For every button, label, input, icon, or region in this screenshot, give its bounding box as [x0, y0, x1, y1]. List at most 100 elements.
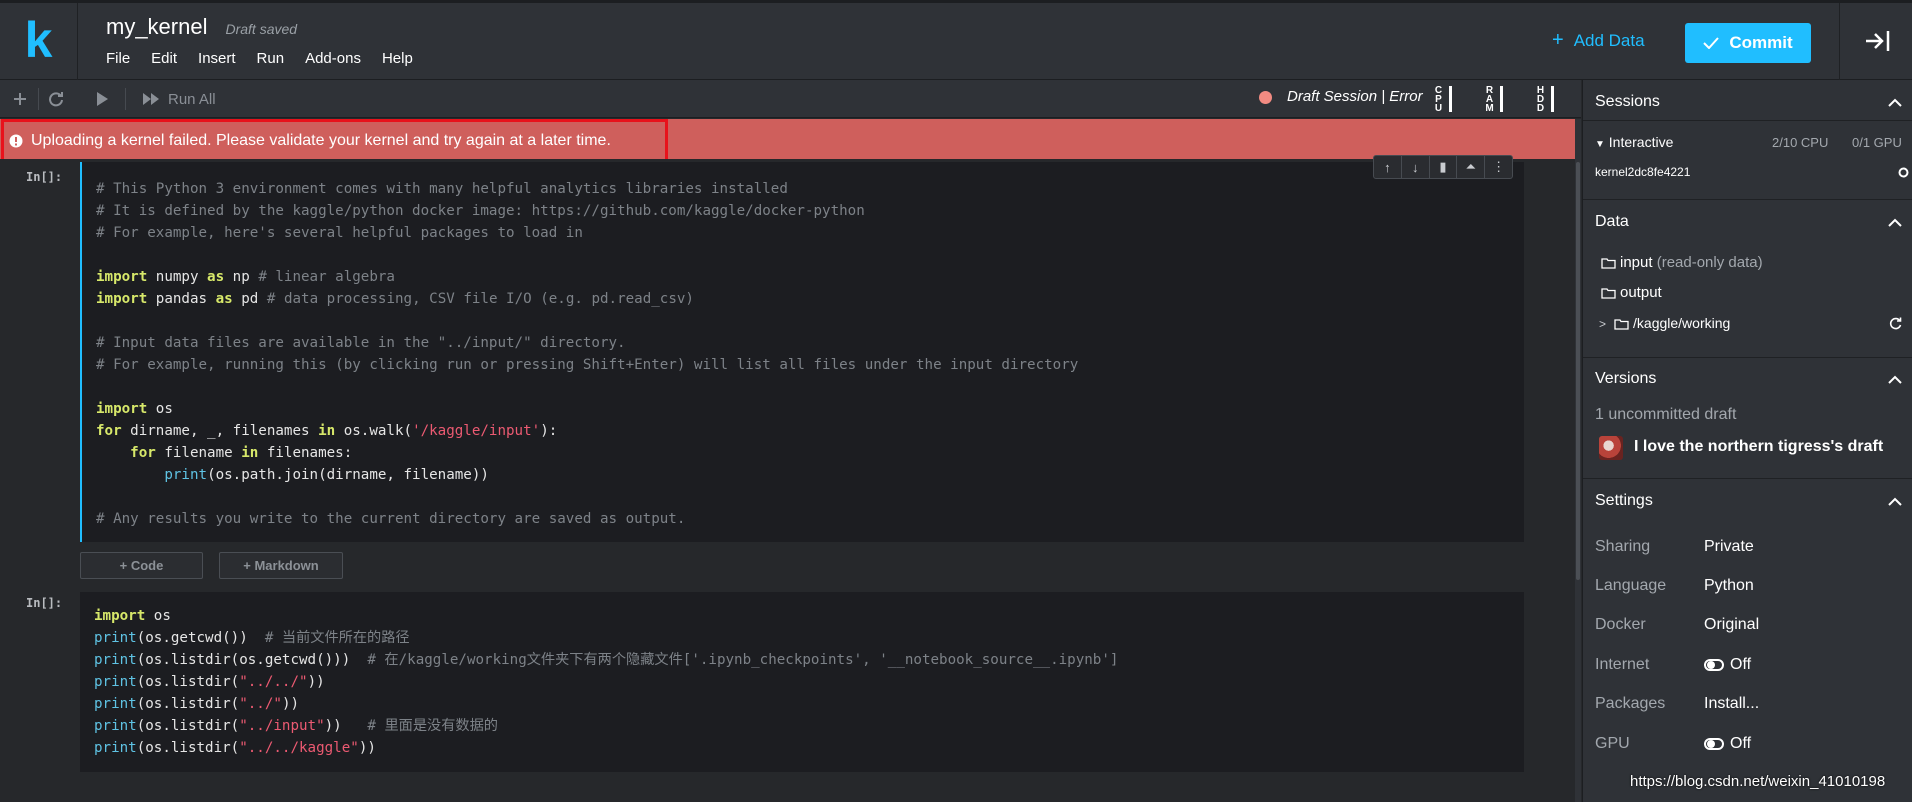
restart-button[interactable]	[48, 89, 64, 109]
add-code-cell-button[interactable]: + Code	[80, 552, 203, 579]
draft-version[interactable]: I love the northern tigress's draft	[1634, 438, 1883, 456]
menu-insert[interactable]: Insert	[198, 50, 236, 67]
fast-forward-icon	[143, 93, 159, 105]
delete-icon[interactable]: ▮	[1430, 156, 1458, 178]
run-all-button[interactable]: Run All	[142, 89, 216, 109]
menu-edit[interactable]: Edit	[151, 50, 177, 67]
gpu-toggle[interactable]: Off	[1704, 735, 1751, 753]
folder-icon	[1614, 319, 1629, 330]
docker-setting[interactable]: Original	[1704, 616, 1759, 634]
docker-label: Docker	[1595, 616, 1646, 633]
collapse-sidebar-icon[interactable]	[1864, 27, 1892, 55]
section-divider	[1583, 357, 1912, 358]
cpu-meter: CPU	[1434, 81, 1452, 117]
toggle-off-icon	[1704, 738, 1724, 750]
chevron-up-icon[interactable]	[1888, 218, 1902, 228]
kaggle-logo[interactable]: k	[0, 3, 78, 80]
menu-add-ons[interactable]: Add-ons	[305, 50, 361, 67]
watermark: https://blog.csdn.net/weixin_41010198	[1630, 773, 1886, 790]
commit-button[interactable]: Commit	[1685, 23, 1811, 63]
sharing-label: Sharing	[1595, 538, 1651, 555]
code-line: # For example, here's several helpful pa…	[96, 225, 583, 241]
save-status: Draft saved	[225, 21, 298, 37]
gpu-label: GPU	[1595, 735, 1630, 752]
code-line: # Input data files are available in the …	[96, 335, 626, 351]
ram-label: RAM	[1485, 84, 1494, 114]
install-packages-button[interactable]: Install...	[1704, 695, 1759, 713]
folder-icon	[1601, 258, 1616, 269]
sharing-setting[interactable]: Private	[1704, 538, 1754, 556]
toolbar-divider	[38, 88, 39, 110]
menu-file[interactable]: File	[106, 50, 130, 67]
chevron-up-icon[interactable]	[1888, 375, 1902, 385]
settings-heading[interactable]: Settings	[1595, 492, 1653, 510]
ram-meter: RAM	[1485, 81, 1503, 117]
code-line: # Any results you write to the current d…	[96, 511, 686, 527]
menu-bar: File Edit Insert Run Add-ons Help	[106, 50, 434, 67]
chevron-up-icon[interactable]	[1888, 497, 1902, 507]
cell-prompt: In[]:	[26, 170, 63, 184]
folder-icon	[1601, 288, 1616, 299]
user-avatar	[1599, 436, 1623, 460]
section-divider	[1583, 199, 1912, 200]
section-divider	[1583, 478, 1912, 479]
session-cpu: 2/10 CPU	[1772, 135, 1829, 150]
data-heading[interactable]: Data	[1595, 213, 1629, 231]
menu-run[interactable]: Run	[257, 50, 285, 67]
plus-icon: +	[1552, 29, 1564, 51]
notebook-scrollbar-thumb[interactable]	[1576, 162, 1580, 580]
internet-toggle[interactable]: Off	[1704, 656, 1751, 674]
section-divider	[1583, 120, 1912, 121]
cell-prompt: In[]:	[26, 596, 63, 610]
hdd-label: HDD	[1536, 84, 1545, 114]
move-up-icon[interactable]: ↑	[1374, 156, 1402, 178]
chevron-up-icon[interactable]	[1888, 98, 1902, 108]
add-markdown-cell-button[interactable]: + Markdown	[219, 552, 343, 579]
versions-heading[interactable]: Versions	[1595, 370, 1656, 388]
cpu-bar	[1449, 86, 1452, 112]
session-type[interactable]: ▼ Interactive	[1595, 134, 1673, 150]
kernel-title[interactable]: my_kernel	[106, 14, 207, 40]
toolbar-divider	[125, 88, 126, 110]
language-label: Language	[1595, 577, 1667, 594]
refresh-icon	[49, 92, 63, 107]
code-line: # It is defined by the kaggle/python doc…	[96, 203, 865, 219]
code-cell-2[interactable]: import os print(os.getcwd()) # 当前文件所在的路径…	[80, 592, 1524, 772]
error-message: Uploading a kernel failed. Please valida…	[31, 131, 611, 149]
error-message-box: Uploading a kernel failed. Please valida…	[1, 119, 668, 162]
run-all-label: Run All	[168, 90, 216, 108]
stop-session-icon[interactable]	[1898, 167, 1909, 178]
menu-help[interactable]: Help	[382, 50, 413, 67]
data-output-folder[interactable]: output	[1601, 284, 1662, 301]
code-editor[interactable]: import os print(os.getcwd()) # 当前文件所在的路径…	[94, 605, 1118, 759]
caret-down-icon: ▼	[1595, 139, 1605, 150]
right-sidebar: Sessions ▼ Interactive 2/10 CPU 0/1 GPU …	[1582, 80, 1912, 802]
data-input-folder[interactable]: input (read-only data)	[1601, 254, 1763, 271]
play-icon	[97, 92, 108, 106]
hdd-bar	[1551, 86, 1554, 112]
more-options-icon[interactable]: ⋮	[1485, 156, 1512, 178]
session-status: Draft Session | Error	[1287, 88, 1423, 105]
cell-toolbar: ↑ ↓ ▮ ⏶ ⋮	[1373, 155, 1513, 179]
cpu-label: CPU	[1434, 84, 1443, 114]
code-cell-1[interactable]: # This Python 3 environment comes with m…	[80, 162, 1524, 542]
uncommitted-count: 1 uncommitted draft	[1595, 406, 1737, 423]
check-icon	[1703, 37, 1720, 49]
move-down-icon[interactable]: ↓	[1402, 156, 1430, 178]
kernel-id: kernel2dc8fe4221	[1595, 165, 1691, 179]
ram-bar	[1500, 86, 1503, 112]
code-line: # For example, running this (by clicking…	[96, 357, 1079, 373]
chevron-right-icon: >	[1599, 317, 1607, 331]
internet-label: Internet	[1595, 656, 1650, 673]
code-editor[interactable]: # This Python 3 environment comes with m…	[96, 178, 1078, 530]
collapse-cell-icon[interactable]: ⏶	[1457, 156, 1486, 178]
hdd-meter: HDD	[1536, 81, 1554, 117]
sessions-heading[interactable]: Sessions	[1595, 93, 1660, 111]
add-cell-button[interactable]	[12, 89, 28, 109]
data-working-folder[interactable]: >/kaggle/working	[1599, 315, 1730, 331]
add-data-button[interactable]: + Add Data	[1552, 29, 1645, 52]
run-cell-button[interactable]	[95, 89, 109, 109]
toggle-off-icon	[1704, 659, 1724, 671]
language-setting[interactable]: Python	[1704, 577, 1754, 595]
refresh-icon[interactable]	[1889, 317, 1902, 330]
